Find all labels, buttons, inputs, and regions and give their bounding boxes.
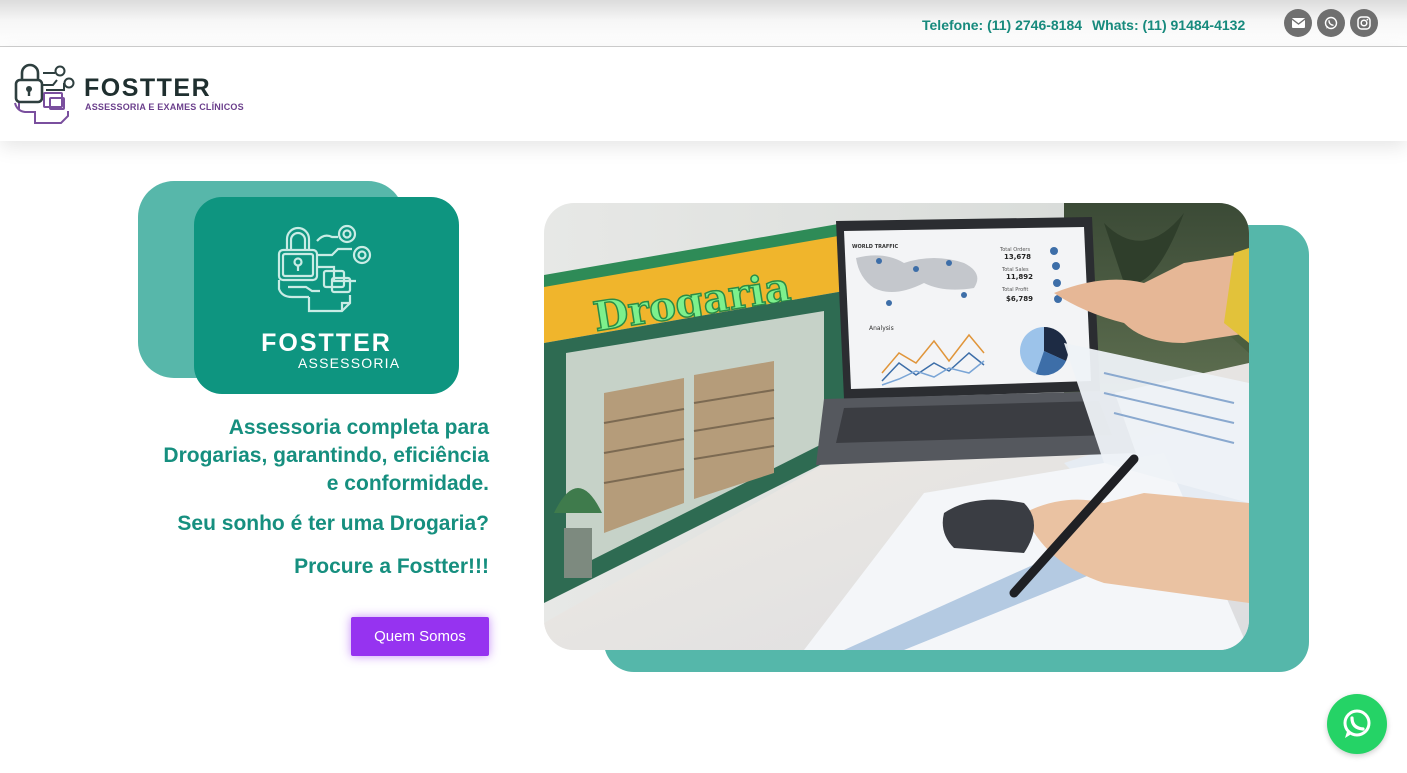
card-logo-title: FOSTTER xyxy=(261,329,392,357)
laptop-analysis-title: Analysis xyxy=(869,325,894,332)
hero-headline: Assessoria completa para Drogarias, gara… xyxy=(163,416,489,495)
card-logo-subtitle: ASSESSORIA xyxy=(298,355,401,371)
stat-sales-value: 11,892 xyxy=(1006,273,1033,281)
about-us-button[interactable]: Quem Somos xyxy=(351,617,489,656)
whatsapp-link[interactable] xyxy=(1317,9,1345,37)
phone-number[interactable]: Telefone: (11) 2746-8184 xyxy=(922,17,1082,33)
whatsapp-icon xyxy=(1343,709,1371,738)
whatsapp-number[interactable]: Whats: (11) 91484-4132 xyxy=(1092,17,1245,33)
stat-orders-value: 13,678 xyxy=(1004,253,1031,261)
whatsapp-icon xyxy=(1324,16,1338,30)
padlock-circuit-logo-icon xyxy=(14,63,75,124)
top-bar: Telefone: (11) 2746-8184 Whats: (11) 914… xyxy=(0,0,1407,47)
instagram-icon xyxy=(1357,16,1371,30)
email-link[interactable] xyxy=(1284,9,1312,37)
stat-profit-value: $6,789 xyxy=(1006,295,1033,303)
hero-image: Drogaria WORLD TRAFFIC Total Orders 13,6… xyxy=(544,203,1249,650)
logo-card: FOSTTER ASSESSORIA xyxy=(194,197,459,394)
envelope-icon xyxy=(1291,18,1305,28)
contact-info: Telefone: (11) 2746-8184 Whats: (11) 914… xyxy=(922,17,1251,33)
floating-whatsapp-button[interactable] xyxy=(1327,694,1387,754)
pharmacy-and-laptop-illustration: Drogaria WORLD TRAFFIC Total Orders 13,6… xyxy=(544,203,1249,650)
logo-title: FOSTTER xyxy=(84,74,212,102)
hero-question: Seu sonho é ter uma Drogaria? xyxy=(177,512,489,535)
hero-call-to-action-text: Procure a Fostter!!! xyxy=(294,555,489,578)
logo-subtitle: ASSESSORIA E EXAMES CLÍNICOS xyxy=(85,102,244,112)
instagram-link[interactable] xyxy=(1350,9,1378,37)
site-header: FOSTTER ASSESSORIA E EXAMES CLÍNICOS xyxy=(0,47,1407,141)
stat-profit-label: Total Profit xyxy=(1001,287,1028,293)
padlock-circuit-icon xyxy=(277,224,372,313)
laptop-map-title: WORLD TRAFFIC xyxy=(852,244,899,250)
